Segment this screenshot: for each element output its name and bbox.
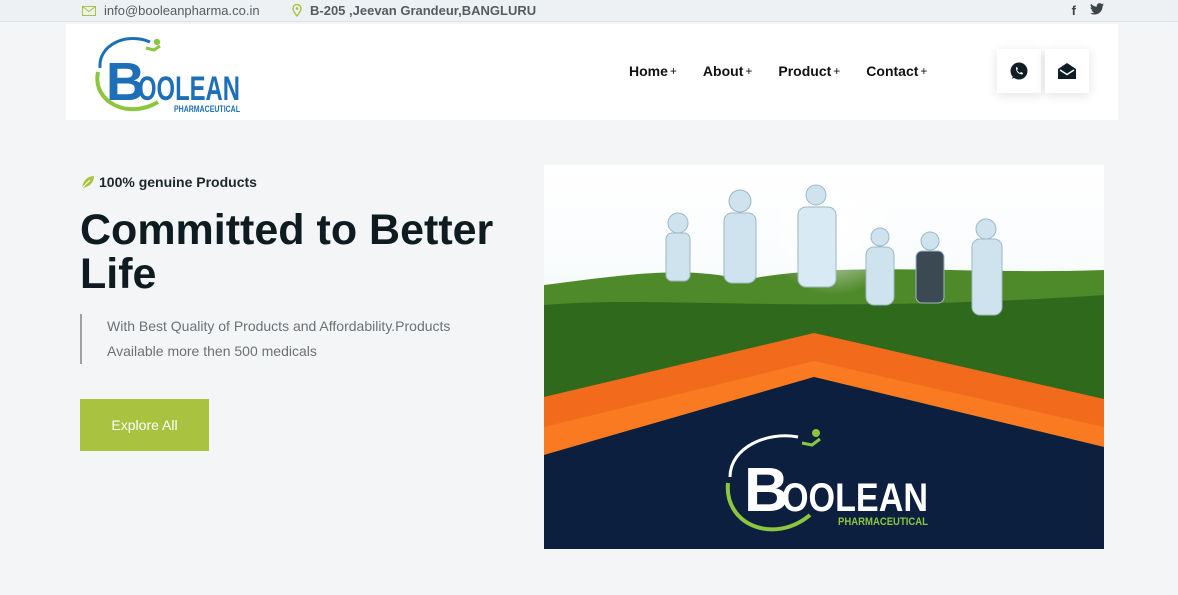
nav-about-label: About bbox=[702, 63, 744, 79]
whatsapp-icon bbox=[1010, 62, 1028, 80]
email-text: info@booleanpharma.co.in bbox=[104, 3, 260, 18]
plus-icon: + bbox=[745, 64, 753, 78]
topbar-address: B-205 ,Jeevan Grandeur,BANGLURU bbox=[292, 3, 536, 18]
nav-product[interactable]: Product + bbox=[778, 63, 840, 79]
logo-subtitle: PHARMACEUTICAL bbox=[174, 104, 240, 114]
nav-product-label: Product bbox=[778, 63, 832, 79]
nav-home-label: Home bbox=[629, 63, 668, 79]
main-nav: Home + About + Product + Contact + bbox=[629, 63, 927, 79]
topbar-email[interactable]: info@booleanpharma.co.in bbox=[82, 3, 260, 18]
envelope-icon bbox=[82, 5, 96, 16]
plus-icon: + bbox=[669, 64, 677, 78]
social-links: f bbox=[1072, 3, 1104, 18]
brand-logo[interactable]: B OOLEAN PHARMACEUTICAL bbox=[88, 32, 248, 114]
logo-wordmark: OOLEAN bbox=[138, 70, 240, 108]
whatsapp-button[interactable] bbox=[997, 49, 1041, 93]
map-pin-icon bbox=[292, 4, 302, 17]
hero-description: With Best Quality of Products and Afford… bbox=[80, 314, 500, 364]
site-header: B OOLEAN PHARMACEUTICAL Home + About + Pro… bbox=[66, 24, 1118, 120]
plus-icon: + bbox=[920, 64, 928, 78]
hero-image: B OOLEAN PHARMACEUTICAL bbox=[544, 165, 1104, 549]
hero-logo-subtitle: PHARMACEUTICAL bbox=[838, 516, 928, 528]
nav-home[interactable]: Home + bbox=[629, 63, 677, 79]
hero-logo-wordmark: OOLEAN bbox=[782, 476, 928, 520]
mail-button[interactable] bbox=[1045, 49, 1089, 93]
twitter-icon[interactable] bbox=[1090, 3, 1104, 15]
nav-contact-label: Contact bbox=[866, 63, 919, 79]
nav-about[interactable]: About + bbox=[703, 63, 752, 79]
nav-contact[interactable]: Contact + bbox=[866, 63, 927, 79]
envelope-open-icon bbox=[1058, 63, 1076, 79]
address-text: B-205 ,Jeevan Grandeur,BANGLURU bbox=[310, 3, 537, 18]
explore-all-button[interactable]: Explore All bbox=[80, 399, 209, 451]
leaf-icon bbox=[81, 176, 94, 189]
facebook-icon[interactable]: f bbox=[1072, 3, 1076, 18]
badge-text: 100% genuine Products bbox=[99, 174, 257, 190]
genuine-badge: 100% genuine Products bbox=[81, 174, 257, 190]
plus-icon: + bbox=[833, 64, 841, 78]
hero-headline: Committed to Better Life bbox=[80, 206, 494, 298]
top-info-bar: info@booleanpharma.co.in B-205 ,Jeevan G… bbox=[0, 0, 1178, 22]
